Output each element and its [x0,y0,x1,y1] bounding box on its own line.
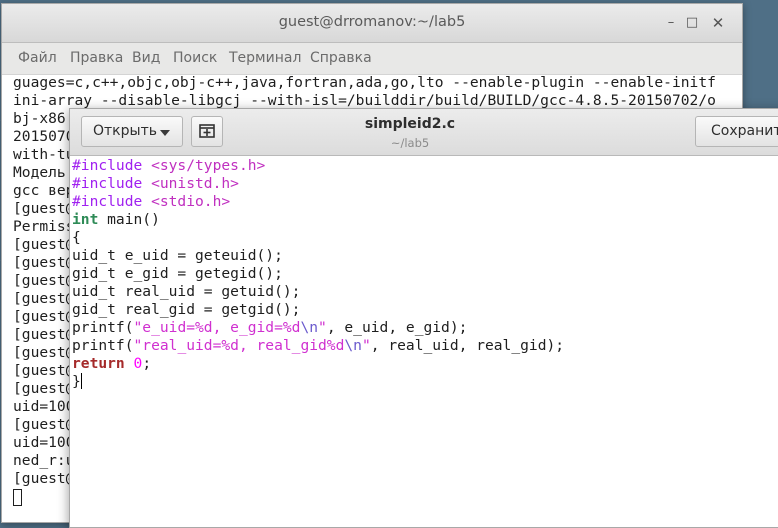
text-cursor [80,373,82,389]
menu-help[interactable]: Справка [310,50,372,66]
code-text: } [72,373,81,390]
maximize-icon[interactable]: □ [681,12,703,34]
code-text: main() [98,211,160,228]
code-line: int main() [72,211,778,229]
preprocessor-token: #include [72,193,152,210]
code-line: uid_t e_uid = geteuid(); [72,247,283,264]
code-line: return 0; [72,355,778,373]
keyword-token: int [72,211,99,228]
escape-token: \n [344,337,362,354]
document-path: ~/lab5 [390,136,430,150]
string-token: " [361,337,371,354]
code-text: , real_uid, real_gid); [370,337,565,354]
preprocessor-token: #include [72,157,152,174]
code-line: #include <unistd.h> [72,175,778,193]
code-text: printf( [72,319,134,336]
string-token: "e_uid=%d, e_gid=%d [133,319,301,336]
preprocessor-token: #include [72,175,152,192]
open-button[interactable]: Открыть [81,116,183,147]
menu-file[interactable]: Файл [18,50,57,66]
minimize-icon[interactable]: – [660,12,682,34]
terminal-menubar: Файл Правка Вид Поиск Терминал Справка [2,43,742,75]
editor-headerbar[interactable]: Открыть simpleid2.c ~/lab5 Сохранить [70,109,778,156]
open-button-label: Открыть [93,123,157,139]
code-line: printf("real_uid=%d, real_gid%d\n", real… [72,337,778,355]
save-button-label: Сохранить [711,123,778,139]
code-text: printf( [72,337,134,354]
terminal-titlebar[interactable]: guest@drromanov:~/lab5 – □ ✕ [2,4,742,43]
terminal-cursor [13,489,22,506]
string-token: "real_uid=%d, real_gid%d [133,337,345,354]
terminal-line: guages=c,c++,objc,obj-c++,java,fortran,a… [13,74,716,91]
keyword-token: return [72,355,125,372]
code-line: { [72,229,81,246]
document-title: simpleid2.c [364,116,456,132]
code-text: , e_uid, e_gid); [326,319,468,336]
code-line: } [72,373,778,391]
close-icon[interactable]: ✕ [707,12,729,34]
escape-token: \n [300,319,319,336]
include-path: <sys/types.h> [151,157,266,174]
number-token: 0 [133,355,143,372]
code-line: gid_t real_gid = getgid(); [72,301,301,318]
menu-search[interactable]: Поиск [173,50,217,66]
string-token: " [318,319,327,336]
chevron-down-icon [160,130,170,136]
code-line: gid_t e_gid = getegid(); [72,265,283,282]
code-line: uid_t real_uid = getuid(); [72,283,301,300]
code-line: printf("e_uid=%d, e_gid=%d\n", e_uid, e_… [72,319,778,337]
code-line: #include <stdio.h> [72,193,778,211]
new-document-icon [199,124,215,138]
code-line: #include <sys/types.h> [72,157,778,175]
include-path: <unistd.h> [151,175,239,192]
code-text: ; [142,355,152,372]
terminal-title: guest@drromanov:~/lab5 [278,14,466,30]
menu-view[interactable]: Вид [132,50,160,66]
include-path: <stdio.h> [151,193,231,210]
new-document-button[interactable] [191,116,223,147]
menu-terminal[interactable]: Терминал [229,50,301,66]
editor-window[interactable]: Открыть simpleid2.c ~/lab5 Сохранить #in… [69,108,778,528]
code-editor[interactable]: #include <sys/types.h> #include <unistd.… [72,157,778,391]
save-button[interactable]: Сохранить [695,116,778,147]
menu-edit[interactable]: Правка [70,50,123,66]
